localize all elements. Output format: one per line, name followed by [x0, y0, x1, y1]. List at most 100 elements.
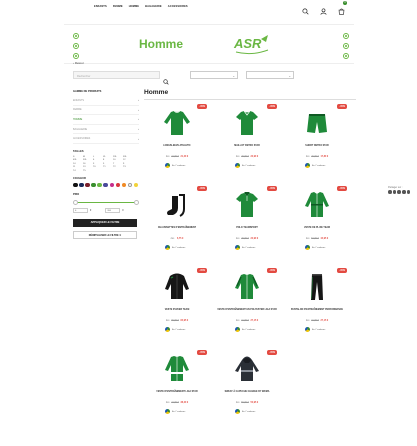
size-option[interactable]: L: [93, 156, 103, 158]
user-icon[interactable]: [320, 2, 327, 15]
size-option[interactable]: 13: [83, 166, 93, 168]
size-option[interactable]: T1: [103, 166, 113, 168]
size-option[interactable]: 2XL: [113, 156, 123, 158]
size-option[interactable]: 11: [73, 166, 83, 168]
product-name[interactable]: VESTE D'ENTRAÎNEMENT LIGA STAR: [146, 391, 208, 394]
product-name[interactable]: SWEAT À CAPUCHE CHANGE BY ERIMA: [216, 391, 278, 394]
size-option[interactable]: T5: [83, 170, 93, 172]
product-card[interactable]: -15% SHORT RETRO STAR dès 20,95 € 17,80 …: [284, 102, 350, 178]
price-min-input[interactable]: 0: [73, 208, 88, 213]
product-image[interactable]: [302, 108, 332, 138]
nav-item-femme[interactable]: FEMME: [113, 5, 123, 8]
product-card[interactable]: -15% VESTE DE PLUIE TEAM dès 52,95 € 44,…: [284, 184, 350, 260]
size-option[interactable]: 12: [123, 159, 133, 161]
size-option[interactable]: 3: [93, 163, 103, 165]
back-link[interactable]: ‹ Retour: [73, 61, 84, 65]
product-image[interactable]: [232, 108, 262, 138]
product-image[interactable]: [232, 190, 262, 220]
product-image[interactable]: [232, 354, 262, 384]
product-name[interactable]: VESTE DE PLUIE TEAM: [286, 227, 348, 230]
price-range-slider[interactable]: [73, 199, 139, 205]
color-swatch[interactable]: [91, 182, 96, 188]
product-card[interactable]: -15% VESTE D'ENTRAÎNEMENT LIGA STAR dès …: [144, 348, 210, 424]
nav-item-accessoires[interactable]: ACCESSOIRES: [168, 5, 188, 8]
twitter-icon[interactable]: [392, 190, 397, 194]
product-name[interactable]: MAILLOT RETRO STAR: [216, 145, 278, 148]
product-card[interactable]: -15% VESTE D'HIVER TEAM dès 99,95 € 84,9…: [144, 266, 210, 342]
size-option[interactable]: 3XL: [123, 156, 133, 158]
nav-item-enfants[interactable]: ENFANTS: [94, 5, 107, 8]
product-card[interactable]: -15% MAILLOT RETRO STAR dès 26,95 € 22,9…: [214, 102, 280, 178]
product-name[interactable]: VESTE D'ENTRAÎNEMENT EN POLYESTER LIGA S…: [216, 309, 278, 312]
product-card[interactable]: -15% SWEAT À CAPUCHE CHANGE BY ERIMA dès…: [214, 348, 280, 424]
pinterest-icon[interactable]: [397, 190, 401, 194]
sidebar-category-item[interactable]: BAGAGERIE ›: [73, 125, 139, 135]
price-min-handle[interactable]: [73, 199, 78, 205]
color-swatch[interactable]: [79, 182, 84, 188]
sidebar-category-item[interactable]: ACCESSOIRES ›: [73, 134, 139, 144]
size-option[interactable]: 9: [123, 163, 133, 165]
size-option[interactable]: S: [73, 156, 83, 158]
product-image[interactable]: [162, 108, 192, 138]
size-option[interactable]: T3: [123, 166, 133, 168]
product-name[interactable]: CHAUSSETTES D'ENTRAÎNEMENT: [146, 227, 208, 230]
facebook-icon[interactable]: [388, 190, 392, 194]
sidebar-category-item[interactable]: FEMME ›: [73, 106, 139, 116]
size-option[interactable]: T0: [93, 166, 103, 168]
product-image[interactable]: [162, 272, 192, 302]
size-option[interactable]: 5XL: [83, 159, 93, 161]
size-option[interactable]: 5: [103, 163, 113, 165]
size-option[interactable]: 16: [83, 163, 93, 165]
product-image[interactable]: [302, 272, 332, 302]
sidebar-category-item[interactable]: ENFANTS ›: [73, 96, 139, 106]
color-swatch[interactable]: [121, 182, 127, 188]
product-card[interactable]: -15% CHAUSSETTES D'ENTRAÎNEMENT dès 6,75…: [144, 184, 210, 260]
product-name[interactable]: VESTE D'HIVER TEAM: [146, 309, 208, 312]
color-swatch[interactable]: [127, 182, 133, 188]
color-swatch[interactable]: [85, 182, 90, 188]
email-icon[interactable]: [402, 190, 406, 194]
size-select[interactable]: ⌄: [246, 71, 294, 79]
product-name[interactable]: LONGSLEEVE ATHLETIC: [146, 145, 208, 148]
search-button-icon[interactable]: [163, 72, 169, 85]
color-swatch[interactable]: [133, 182, 139, 188]
product-card[interactable]: -15% PANTALON D'ENTRAÎNEMENT PERFORMANCE…: [284, 266, 350, 342]
size-option[interactable]: 7: [113, 163, 123, 165]
color-swatch[interactable]: [97, 182, 102, 188]
product-card[interactable]: -15% LONGSLEEVE ATHLETIC dès 24,95 € 21,…: [144, 102, 210, 178]
size-option[interactable]: M: [83, 156, 93, 158]
nav-item-homme[interactable]: HOMME: [129, 5, 139, 8]
color-swatch[interactable]: [109, 182, 115, 188]
sidebar-category-item[interactable]: HOMME ›: [73, 115, 139, 125]
size-option[interactable]: 10: [113, 159, 123, 161]
size-option[interactable]: 14: [73, 163, 83, 165]
reset-filter-button[interactable]: RÉINITIALISER LE FILTRE ✕: [73, 230, 137, 239]
search-icon[interactable]: [302, 2, 309, 15]
product-name[interactable]: POLO TEAMSPORT: [216, 227, 278, 230]
color-swatch[interactable]: [103, 182, 108, 188]
product-card[interactable]: -15% POLO TEAMSPORT dès 26,95 € 22,90 € …: [214, 184, 280, 260]
size-option[interactable]: 6: [93, 159, 103, 161]
product-image[interactable]: [302, 190, 332, 220]
size-option[interactable]: 8: [103, 159, 113, 161]
link-icon[interactable]: [406, 190, 411, 194]
product-name[interactable]: SHORT RETRO STAR: [286, 145, 348, 148]
nav-item-bagagerie[interactable]: BAGAGERIE: [145, 5, 162, 8]
size-option[interactable]: T4: [73, 170, 83, 172]
sort-select[interactable]: ⌄: [190, 71, 238, 79]
product-card[interactable]: -15% VESTE D'ENTRAÎNEMENT EN POLYESTER L…: [214, 266, 280, 342]
product-image[interactable]: [232, 272, 262, 302]
price-max-handle[interactable]: [134, 199, 139, 205]
size-option[interactable]: T2: [113, 166, 123, 168]
product-name[interactable]: PANTALON D'ENTRAÎNEMENT PERFORMANCE: [286, 309, 348, 312]
product-image[interactable]: [162, 190, 192, 220]
size-option[interactable]: 4XL: [73, 159, 83, 161]
search-input[interactable]: Rechercher: [73, 71, 160, 79]
color-swatch[interactable]: [115, 182, 121, 188]
color-swatch[interactable]: [73, 182, 78, 188]
apply-filter-button[interactable]: APPLIQUER LE FILTRE: [73, 218, 137, 227]
cart-icon[interactable]: 0: [338, 1, 347, 15]
product-image[interactable]: [162, 354, 192, 384]
size-option[interactable]: XL: [103, 156, 113, 158]
price-max-input[interactable]: 200: [105, 208, 121, 213]
